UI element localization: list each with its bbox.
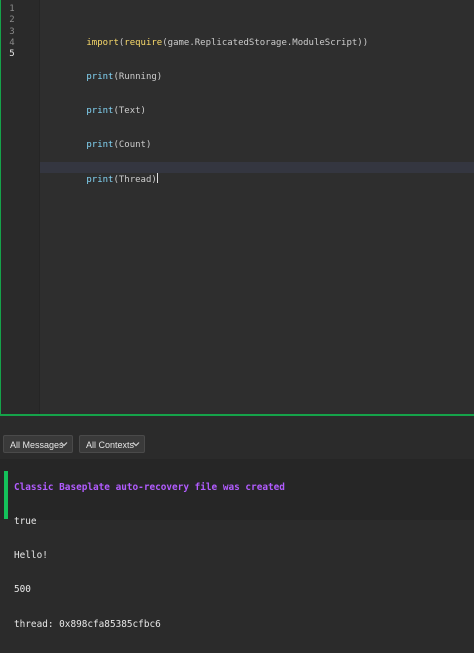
builtin-token: print bbox=[86, 139, 114, 150]
output-message: true bbox=[14, 516, 37, 528]
message-filter-dropdown[interactable]: All Messages bbox=[3, 435, 73, 453]
keyword-token: require bbox=[124, 37, 163, 48]
code-line[interactable]: print(Text) bbox=[43, 94, 474, 116]
output-console[interactable]: Classic Baseplate auto-recovery file was… bbox=[0, 459, 474, 630]
output-message-info: Classic Baseplate auto-recovery file was… bbox=[14, 481, 285, 493]
code-line[interactable]: print(Running) bbox=[43, 60, 474, 82]
output-filter-bar: All Messages All Contexts bbox=[0, 434, 474, 456]
output-message: Hello! bbox=[14, 550, 48, 562]
code-line[interactable]: print(Count) bbox=[43, 128, 474, 150]
line-number: 3 bbox=[9, 26, 15, 37]
script-editor[interactable]: 1 2 3 4 5 import(require(game.Replicated… bbox=[0, 0, 474, 414]
chevron-down-icon bbox=[60, 442, 68, 447]
code-token: (game.ReplicatedStorage.ModuleScript)) bbox=[162, 37, 369, 48]
builtin-token: print bbox=[86, 175, 114, 186]
code-token: (Running) bbox=[113, 71, 163, 82]
chevron-down-icon bbox=[132, 442, 140, 447]
line-number: 2 bbox=[9, 15, 15, 26]
text-caret bbox=[156, 173, 158, 184]
code-token: (Text) bbox=[113, 105, 146, 116]
output-message: 500 bbox=[14, 584, 31, 596]
message-group-marker bbox=[4, 471, 8, 519]
code-line[interactable]: import(require(game.ReplicatedStorage.Mo… bbox=[43, 27, 474, 48]
builtin-token: print bbox=[86, 71, 114, 82]
code-token: (Count) bbox=[113, 139, 152, 150]
current-code-line[interactable]: print(Thread) bbox=[40, 162, 474, 185]
code-token: (Thread) bbox=[113, 175, 157, 186]
output-panel: All Messages All Contexts Classic Basepl… bbox=[0, 416, 474, 630]
context-filter-dropdown[interactable]: All Contexts bbox=[79, 435, 145, 453]
message-filter-label: All Messages bbox=[10, 440, 64, 450]
context-filter-label: All Contexts bbox=[86, 440, 135, 450]
output-messages: Classic Baseplate auto-recovery file was… bbox=[14, 459, 285, 653]
line-number: 1 bbox=[9, 4, 15, 14]
code-text[interactable]: import(require(game.ReplicatedStorage.Mo… bbox=[40, 4, 474, 196]
code-area[interactable]: import(require(game.ReplicatedStorage.Mo… bbox=[39, 0, 474, 414]
output-message: thread: 0x898cfa85385cfbc6 bbox=[14, 618, 161, 630]
line-number: 4 bbox=[9, 37, 15, 48]
keyword-token: import bbox=[86, 37, 119, 48]
line-number-gutter: 1 2 3 4 5 bbox=[2, 4, 22, 60]
line-number: 5 bbox=[9, 49, 15, 60]
builtin-token: print bbox=[86, 105, 114, 116]
